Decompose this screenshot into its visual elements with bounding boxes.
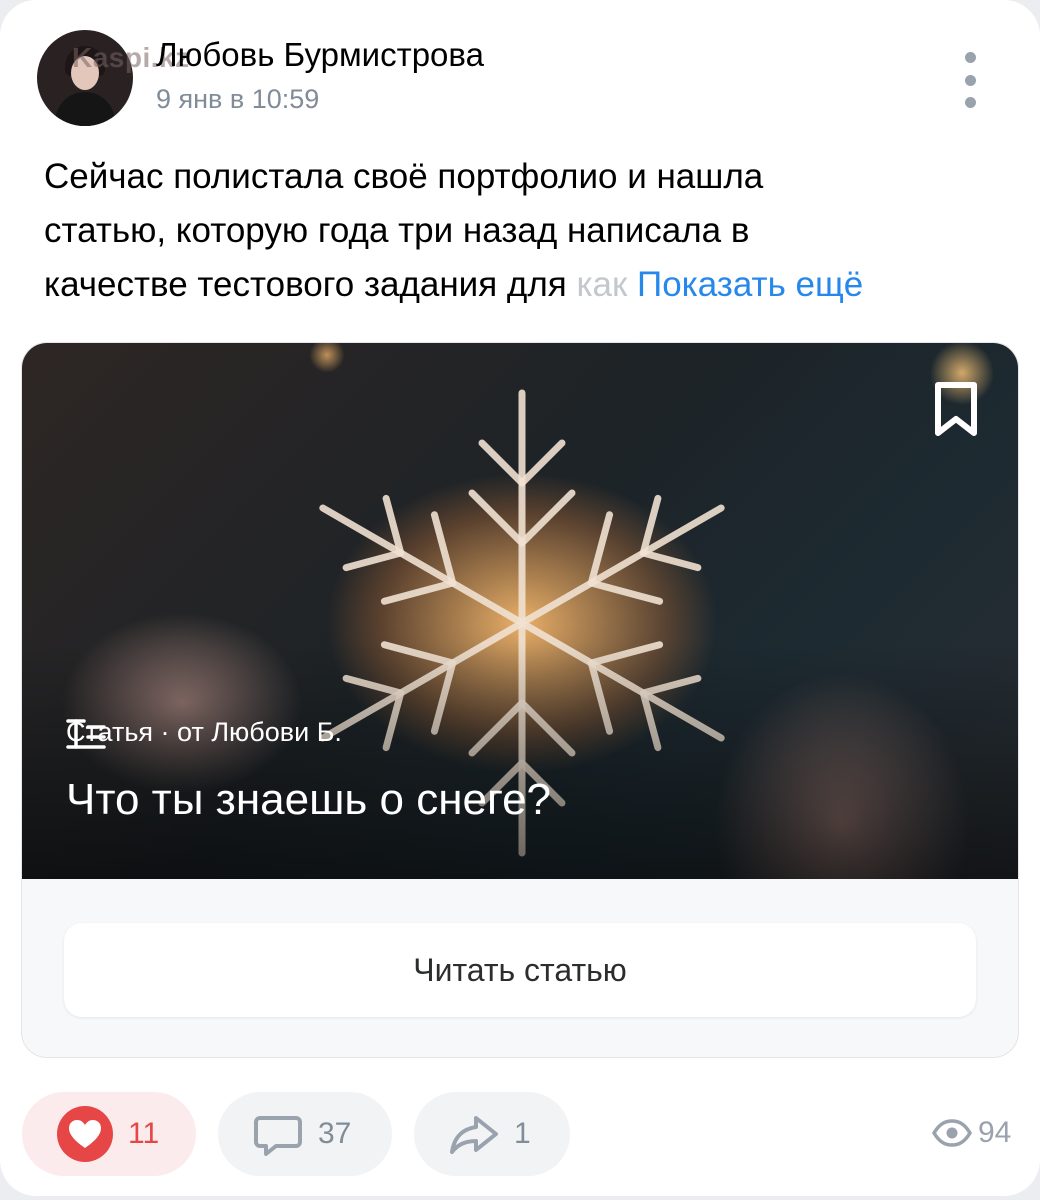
- post-text-line: качестве тестового задания для как Показ…: [44, 258, 1004, 312]
- read-article-button[interactable]: Читать статью: [64, 923, 976, 1017]
- article-meta: Статья · от Любови Б.: [66, 717, 342, 749]
- post-actions: 11 37 1: [22, 1092, 592, 1176]
- post-text-line: статью, которую года три назад написала …: [44, 211, 750, 250]
- heart-icon: [57, 1106, 113, 1162]
- share-count: 1: [514, 1117, 531, 1150]
- more-dot-icon: [964, 52, 976, 63]
- article-title[interactable]: Что ты знаешь о снеге?: [66, 775, 551, 825]
- share-icon: [450, 1116, 498, 1154]
- post-text: Сейчас полистала своё портфолио и нашла …: [44, 150, 1004, 312]
- show-more-link[interactable]: Показать ещё: [637, 265, 863, 304]
- post-text-fade: как: [576, 265, 628, 304]
- more-options-button[interactable]: [950, 52, 990, 108]
- more-dot-icon: [964, 97, 976, 108]
- article-type-icon: [66, 719, 106, 749]
- article-meta-label: Статья · от Любови Б.: [66, 717, 342, 747]
- post-text-line: Сейчас полистала своё портфолио и нашла: [44, 157, 764, 196]
- eye-icon: [932, 1119, 972, 1147]
- comment-button[interactable]: 37: [218, 1092, 392, 1176]
- like-count: 11: [128, 1117, 160, 1150]
- article-card[interactable]: Статья · от Любови Б. Что ты знаешь о сн…: [21, 342, 1019, 1058]
- comment-count: 37: [318, 1117, 352, 1150]
- views-counter: 94: [932, 1116, 1011, 1150]
- author-name[interactable]: Любовь Бурмистрова: [156, 36, 484, 74]
- post-card: Kaspi.kz Любовь Бурмистрова 9 янв в 10:5…: [0, 0, 1040, 1196]
- like-button[interactable]: 11: [22, 1092, 196, 1176]
- post-text-line-start: качестве тестового задания для: [44, 265, 577, 304]
- cover-shade: [22, 643, 1018, 879]
- post-date[interactable]: 9 янв в 10:59: [156, 84, 319, 115]
- article-cover-image[interactable]: Статья · от Любови Б. Что ты знаешь о сн…: [22, 343, 1018, 879]
- bookmark-icon[interactable]: [928, 379, 984, 439]
- comment-icon: [254, 1116, 302, 1156]
- more-dot-icon: [964, 74, 976, 86]
- share-button[interactable]: 1: [414, 1092, 570, 1176]
- views-count: 94: [978, 1116, 1012, 1149]
